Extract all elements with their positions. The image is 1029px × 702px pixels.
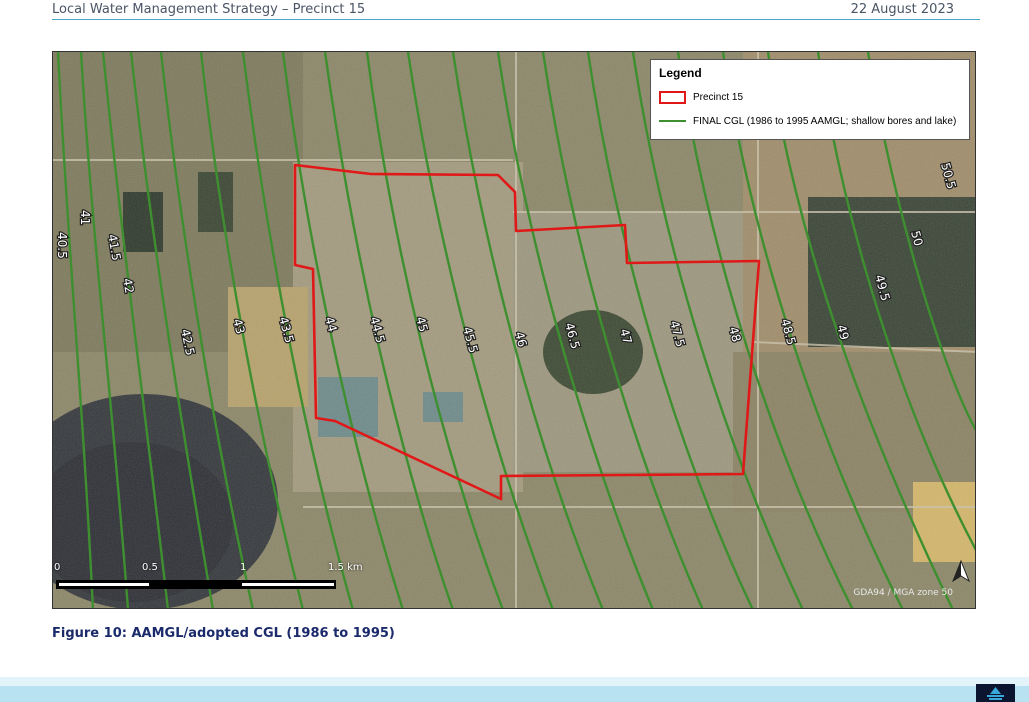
figure-caption: Figure 10: AAMGL/adopted CGL (1986 to 19… — [52, 626, 395, 641]
map-legend: Legend Precinct 15 FINAL CGL (1986 to 19… — [650, 59, 970, 140]
map-figure[interactable]: 40.5 41 41.5 42 42.5 43 43.5 44 44.5 45 … — [52, 51, 976, 609]
footer-band-dark — [0, 686, 1029, 702]
north-arrow-icon — [952, 560, 970, 582]
legend-label-cgl: FINAL CGL (1986 to 1995 AAMGL; shallow b… — [693, 115, 957, 127]
footer-band — [0, 677, 1029, 686]
company-logo-icon — [976, 684, 1015, 702]
page-header: Local Water Management Strategy – Precin… — [52, 0, 980, 20]
document-title: Local Water Management Strategy – Precin… — [52, 2, 366, 17]
boundary-swatch — [659, 90, 686, 104]
document-date: 22 August 2023 — [850, 2, 954, 17]
scale-label-0: 0 — [54, 562, 61, 573]
contour-label-40-5: 40.5 — [55, 232, 69, 259]
contour-label-41: 41 — [78, 210, 92, 225]
legend-item-precinct: Precinct 15 — [659, 89, 961, 105]
contour-label-42: 42 — [120, 277, 136, 294]
legend-item-cgl: FINAL CGL (1986 to 1995 AAMGL; shallow b… — [659, 113, 961, 129]
scale-bar — [56, 580, 336, 589]
legend-label-precinct: Precinct 15 — [693, 91, 744, 103]
scale-label-0-5: 0.5 — [142, 562, 158, 573]
legend-title: Legend — [659, 66, 702, 80]
scale-label-1-5-km: 1.5 km — [328, 562, 363, 573]
contour-swatch — [659, 120, 686, 122]
crs-label: GDA94 / MGA zone 50 — [853, 588, 953, 598]
scale-label-1: 1 — [240, 562, 247, 573]
